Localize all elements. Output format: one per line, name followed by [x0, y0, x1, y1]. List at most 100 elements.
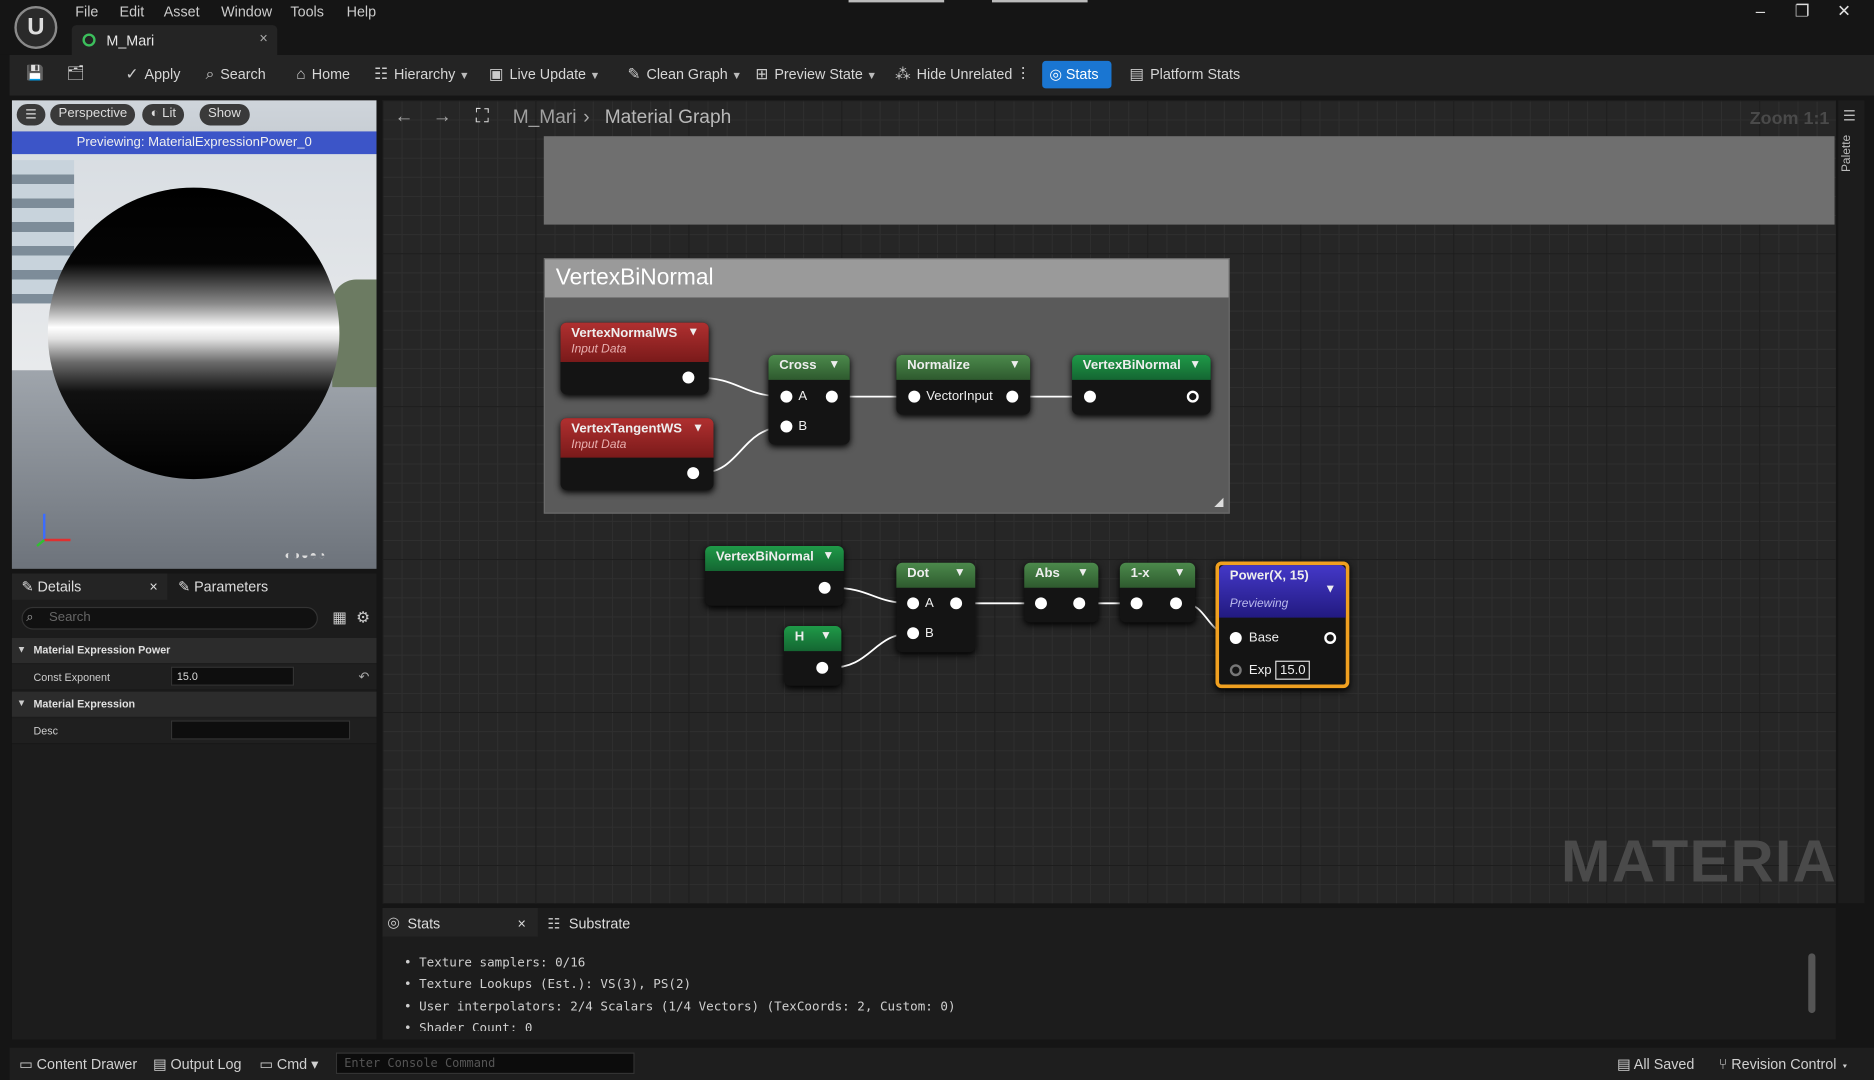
node-vertextangentws[interactable]: VertexTangentWS Input Data ▼	[560, 418, 714, 490]
cmd-dropdown[interactable]: ▭ Cmd ▾	[259, 1056, 318, 1073]
live-update-dropdown[interactable]: ▣ Live Update ▼	[489, 65, 600, 84]
palette-menu-icon[interactable]: ☰	[1843, 108, 1856, 125]
hide-unrelated-button[interactable]: ⁂ Hide Unrelated	[895, 65, 1012, 84]
output-log-button[interactable]: ▤ Output Log	[153, 1056, 242, 1073]
output-pin[interactable]	[687, 467, 700, 480]
output-pin[interactable]	[1006, 390, 1019, 403]
node-vertexbinormal[interactable]: VertexBiNormal ▼	[705, 545, 844, 606]
section-material-expression-power[interactable]: Material Expression Power	[11, 637, 377, 664]
input-pin[interactable]	[1130, 597, 1143, 610]
platform-stats-button[interactable]: ▤ Platform Stats	[1129, 65, 1240, 84]
input-pin-exp[interactable]	[1229, 664, 1242, 677]
node-power[interactable]: Power(X, 15) Previewing ▼ Base Exp 15.0	[1215, 561, 1350, 689]
tab-substrate[interactable]: Substrate	[569, 915, 630, 932]
chevron-down-icon[interactable]: ▼	[828, 358, 840, 371]
input-pin-a[interactable]	[907, 597, 920, 610]
menu-edit[interactable]: Edit	[120, 4, 145, 21]
lit-button[interactable]: ◐ Lit	[142, 103, 185, 126]
menu-help[interactable]: Help	[347, 4, 377, 21]
collapse-arrow-icon[interactable]: ▼	[17, 644, 26, 655]
apply-button[interactable]: ✓ Apply	[125, 65, 180, 84]
hierarchy-dropdown[interactable]: ☷ Hierarchy ▼	[374, 65, 470, 84]
menu-file[interactable]: File	[75, 4, 98, 21]
section-material-expression[interactable]: Material Expression	[11, 691, 377, 717]
output-pin[interactable]	[1324, 631, 1337, 644]
all-saved-button[interactable]: ▤ All Saved	[1617, 1056, 1694, 1073]
search-button[interactable]: ⌕ Search	[206, 65, 266, 84]
exp-value-field[interactable]: 15.0	[1275, 660, 1311, 680]
unreal-logo-icon[interactable]: U	[14, 5, 58, 49]
home-button[interactable]: ⌂ Home	[296, 65, 350, 83]
output-pin[interactable]	[816, 661, 829, 674]
tab-m-mari[interactable]: M_Mari ×	[71, 25, 278, 55]
viewport-menu-icon[interactable]: ☰	[16, 103, 46, 126]
chevron-down-icon[interactable]: ▼	[954, 566, 966, 579]
chevron-down-icon[interactable]: ▼	[1174, 566, 1186, 579]
back-arrow-icon[interactable]: ←	[394, 106, 413, 128]
perspective-button[interactable]: Perspective	[50, 103, 136, 126]
menu-window[interactable]: Window	[221, 4, 272, 21]
tab-stats[interactable]: Stats ×	[382, 907, 538, 937]
input-pin[interactable]	[1084, 390, 1096, 403]
tab-details[interactable]: ✎ Details ×	[11, 573, 168, 600]
more-options-icon[interactable]: ⋮	[1016, 65, 1030, 82]
menu-tools[interactable]: Tools	[290, 4, 323, 21]
tab-parameters[interactable]: ✎ Parameters	[171, 573, 268, 599]
table-view-icon[interactable]: ▦	[332, 608, 347, 627]
input-pin-b[interactable]	[907, 627, 920, 640]
browse-icon[interactable]: 🗂	[67, 65, 85, 82]
output-pin[interactable]	[1170, 597, 1183, 610]
node-dot[interactable]: Dot ▼ A B	[896, 562, 976, 653]
input-pin-vectorinput[interactable]	[908, 390, 921, 403]
preview-state-dropdown[interactable]: ⊞ Preview State ▼	[755, 65, 877, 84]
chevron-down-icon[interactable]: ▼	[820, 630, 832, 643]
output-pin[interactable]	[818, 581, 831, 594]
node-cross[interactable]: Cross ▼ A B	[768, 354, 850, 445]
node-normalize[interactable]: Normalize ▼ VectorInput	[896, 354, 1031, 415]
chevron-down-icon[interactable]: ▼	[1189, 358, 1201, 371]
collapse-arrow-icon[interactable]: ▼	[17, 698, 26, 709]
preview-mesh-icons[interactable]: ◐◑◒◓◔	[284, 550, 326, 563]
chevron-down-icon[interactable]: ▼	[687, 326, 699, 339]
output-pin[interactable]	[825, 390, 838, 403]
forward-arrow-icon[interactable]: →	[433, 106, 452, 128]
save-icon[interactable]: 💾	[26, 65, 44, 82]
node-vertexnormalws[interactable]: VertexNormalWS Input Data ▼	[560, 322, 709, 395]
output-pin[interactable]	[1073, 597, 1086, 610]
reset-icon[interactable]: ↶	[359, 669, 370, 684]
chevron-down-icon[interactable]: ▼	[1009, 358, 1021, 371]
close-window-button[interactable]: ✕	[1826, 1, 1862, 21]
node-h[interactable]: H ▼	[784, 626, 842, 686]
details-search-input[interactable]: Search	[21, 606, 318, 630]
close-icon[interactable]: ×	[149, 578, 157, 595]
chevron-down-icon[interactable]: ▼	[822, 550, 834, 563]
desc-field[interactable]	[170, 720, 351, 740]
chevron-down-icon[interactable]: ▼	[692, 422, 704, 435]
output-pin[interactable]	[682, 371, 695, 384]
stats-button[interactable]: ◎ Stats	[1042, 60, 1112, 89]
breadcrumb-current[interactable]: Material Graph	[605, 108, 731, 130]
node-vertexbinormal-output[interactable]: VertexBiNormal ▼	[1072, 354, 1211, 415]
close-icon[interactable]: ×	[517, 915, 525, 932]
input-pin-a[interactable]	[780, 390, 793, 403]
input-pin-b[interactable]	[780, 420, 793, 433]
output-pin[interactable]	[1186, 390, 1199, 403]
restore-button[interactable]: ❐	[1784, 1, 1820, 21]
breadcrumb-root[interactable]: M_Mari	[513, 108, 577, 130]
node-one-minus[interactable]: 1-x ▼	[1119, 562, 1196, 623]
input-pin[interactable]	[1034, 597, 1047, 610]
settings-gear-icon[interactable]: ⚙	[356, 608, 370, 627]
minimize-button[interactable]: –	[1743, 1, 1779, 20]
clean-graph-dropdown[interactable]: ✎ Clean Graph ▼	[627, 65, 742, 84]
tab-close-icon[interactable]: ×	[259, 30, 267, 47]
chevron-down-icon[interactable]: ▼	[1324, 583, 1336, 596]
menu-asset[interactable]: Asset	[164, 4, 200, 21]
node-abs[interactable]: Abs ▼	[1024, 562, 1099, 623]
palette-tab[interactable]: ☰ Palette	[1838, 100, 1865, 904]
scrollbar[interactable]	[1808, 953, 1816, 1014]
revision-control-dropdown[interactable]: ⑂ Revision Control ▾	[1719, 1056, 1849, 1073]
material-graph-canvas[interactable]: VertexBiNormal ◢ VertexNormalWS Input Dat…	[382, 100, 1836, 904]
const-exponent-field[interactable]: 15.0	[170, 666, 295, 686]
input-pin-base[interactable]	[1229, 631, 1242, 644]
preview-viewport[interactable]: ☰ Perspective ◐ Lit Show Previewing: Mat…	[11, 100, 377, 569]
